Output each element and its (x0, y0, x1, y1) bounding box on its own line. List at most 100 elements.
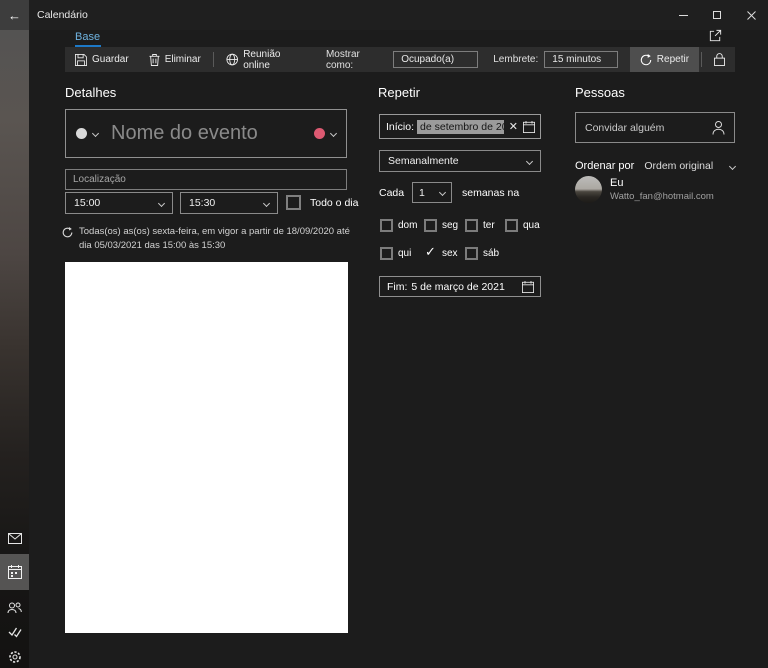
details-heading: Detalhes (65, 85, 117, 100)
chevron-down-icon[interactable] (91, 129, 100, 138)
repeat-icon (640, 53, 652, 65)
every-label: Cada (379, 187, 405, 199)
frequency-value: Semanalmente (388, 155, 459, 167)
weekday-checkbox-qui[interactable]: ✓ qui (380, 245, 411, 261)
calendar-icon (522, 280, 534, 293)
weekday-checkbox-dom[interactable]: ✓ dom (380, 217, 417, 233)
every-count-select[interactable]: 1 (412, 182, 452, 203)
delete-label: Eliminar (164, 54, 201, 65)
calendar-app-window: Calendário ← Base Guardar Eliminar Reuni… (0, 0, 768, 668)
start-date-value-selected: de setembro de 2020 (417, 119, 504, 134)
all-day-label: Todo o dia (310, 197, 359, 209)
weekday-checkbox-qua[interactable]: ✓ qua (505, 217, 540, 233)
start-date-picker-button[interactable] (523, 120, 535, 133)
reminder-label: Lembrete: (493, 54, 539, 65)
event-charm-dot-icon[interactable] (314, 128, 325, 139)
checkbox-icon: ✓ (465, 246, 478, 260)
event-name-box (65, 109, 347, 158)
chevron-down-icon (157, 199, 166, 207)
people-heading: Pessoas (575, 85, 625, 100)
end-time-value: 15:30 (189, 197, 216, 209)
attendee-item[interactable]: Eu Watto_fan@hotmail.com (575, 176, 735, 203)
people-icon (7, 602, 22, 614)
chevron-down-icon[interactable] (329, 129, 338, 138)
close-button[interactable] (734, 0, 768, 30)
save-label: Guardar (92, 54, 129, 65)
chevron-down-icon (525, 157, 534, 165)
repeat-end-date-field[interactable]: Fim: 5 de março de 2021 (379, 276, 541, 297)
checkbox-icon: ✓ (380, 218, 393, 232)
show-as-value: Ocupado(a) (401, 54, 455, 65)
sort-row: Ordenar por Ordem original (575, 157, 737, 175)
checkbox-icon: ✓ (380, 246, 393, 260)
tab-base[interactable]: Base (75, 31, 100, 43)
clear-icon: ✕ (508, 121, 518, 133)
location-input[interactable] (65, 169, 347, 190)
checkbox-icon: ✓ (424, 218, 437, 232)
close-icon (746, 10, 756, 20)
minimize-icon (678, 14, 688, 16)
checkbox-icon: ✓ (505, 218, 518, 232)
weekday-checkbox-ter[interactable]: ✓ ter (465, 217, 495, 233)
sort-by-value[interactable]: Ordem original (644, 160, 713, 172)
window-title: Calendário (37, 9, 88, 21)
invite-box (575, 112, 735, 143)
delete-button[interactable]: Eliminar (139, 47, 211, 72)
show-as-select[interactable]: Ocupado(a) (393, 51, 479, 68)
repeat-heading: Repetir (378, 85, 420, 100)
calendar-color-dot-icon[interactable] (76, 128, 87, 139)
maximize-icon (713, 11, 721, 19)
all-day-checkbox[interactable] (286, 195, 301, 210)
command-toolbar: Guardar Eliminar Reunião online Mostrar … (65, 47, 735, 72)
unit-label: semanas na (462, 187, 520, 199)
online-meeting-button[interactable]: Reunião online (216, 47, 317, 72)
repeat-toggle-button[interactable]: Repetir (629, 47, 700, 72)
end-date-picker-button[interactable] (522, 280, 534, 293)
end-date-label: Fim: (387, 280, 408, 293)
chevron-down-icon (438, 188, 447, 197)
calendar-icon (523, 120, 535, 133)
invite-input[interactable] (585, 121, 712, 134)
chevron-down-icon (262, 199, 271, 207)
sidebar-item-settings[interactable] (0, 646, 29, 668)
person-icon (712, 120, 725, 135)
double-check-icon (8, 627, 22, 638)
clear-date-button[interactable]: ✕ (509, 120, 518, 133)
sidebar-item-mail[interactable] (0, 526, 29, 550)
end-time-select[interactable]: 15:30 (180, 192, 278, 214)
end-date-value: 5 de março de 2021 (411, 280, 505, 293)
weekday-checkbox-sab[interactable]: ✓ sáb (465, 245, 499, 261)
chevron-down-icon[interactable] (728, 162, 737, 170)
start-time-select[interactable]: 15:00 (65, 192, 173, 214)
event-name-input[interactable] (111, 122, 314, 145)
frequency-select[interactable]: Semanalmente (379, 150, 541, 172)
back-button[interactable]: ← (0, 0, 29, 30)
sidebar-item-todo[interactable] (0, 620, 29, 644)
open-in-new-window-button[interactable] (703, 25, 727, 45)
attendee-email: Watto_fan@hotmail.com (610, 191, 714, 202)
avatar (575, 176, 602, 203)
sort-by-label: Ordenar por (575, 160, 635, 172)
toolbar-divider (701, 52, 702, 67)
repeat-start-date-field[interactable]: Início: de setembro de 2020 ✕ (379, 114, 541, 139)
mail-icon (7, 532, 22, 544)
save-icon (75, 53, 87, 66)
private-button[interactable] (704, 47, 735, 72)
recurrence-summary: Todas(os) as(os) sexta-feira, em vigor a… (79, 226, 350, 251)
trash-icon (149, 53, 160, 66)
sidebar-item-calendar[interactable] (0, 554, 29, 590)
back-icon: ← (8, 7, 21, 23)
repeat-label: Repetir (656, 54, 690, 65)
reminder-select[interactable]: 15 minutos (544, 51, 618, 68)
start-time-value: 15:00 (74, 197, 101, 209)
lock-icon (713, 53, 725, 66)
weekday-checkbox-sex[interactable]: ✓ sex (424, 243, 458, 261)
weekday-checkbox-seg[interactable]: ✓ seg (424, 217, 458, 233)
event-description-editor[interactable] (65, 262, 348, 633)
checkbox-icon: ✓ (425, 243, 436, 259)
minimize-button[interactable] (666, 0, 700, 30)
online-meeting-label: Reunião online (243, 48, 281, 71)
save-button[interactable]: Guardar (65, 47, 139, 72)
sidebar-item-people[interactable] (0, 596, 29, 620)
every-count-value: 1 (419, 186, 425, 199)
